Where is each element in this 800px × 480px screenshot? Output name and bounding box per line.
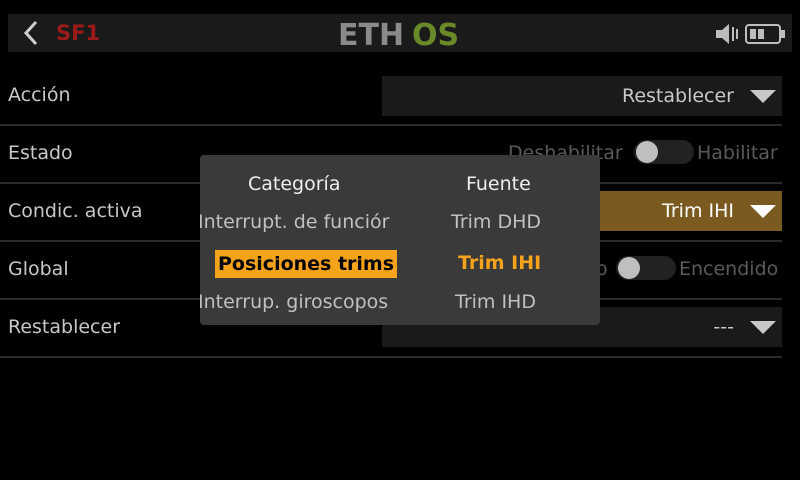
row-accion: Acción Restablecer bbox=[0, 67, 782, 126]
logo-os: OS bbox=[412, 18, 459, 52]
global-label: Global bbox=[8, 258, 69, 280]
restablecer-value: --- bbox=[713, 316, 734, 338]
source-item-selected[interactable]: Trim IHI bbox=[458, 252, 541, 274]
accion-dropdown[interactable]: Restablecer bbox=[382, 76, 782, 116]
source-item[interactable]: Trim DHD bbox=[451, 211, 541, 233]
estado-on-label: Habilitar bbox=[697, 142, 778, 164]
restablecer-label: Restablecer bbox=[8, 316, 121, 338]
model-name: SF1 bbox=[56, 21, 101, 45]
source-item[interactable]: Trim IHD bbox=[455, 291, 536, 313]
toggle-knob bbox=[636, 141, 658, 163]
category-item-selected[interactable]: Posiciones trims bbox=[215, 250, 398, 278]
battery-icon bbox=[745, 24, 785, 44]
toggle-knob bbox=[618, 257, 640, 279]
chevron-down-icon bbox=[750, 321, 776, 334]
global-toggle[interactable] bbox=[616, 256, 676, 280]
accion-value: Restablecer bbox=[621, 85, 734, 107]
back-icon[interactable] bbox=[16, 18, 46, 48]
condic-label: Condic. activa bbox=[8, 200, 143, 222]
condic-value: Trim IHI bbox=[662, 200, 734, 222]
chevron-down-icon bbox=[750, 205, 776, 218]
estado-toggle[interactable] bbox=[634, 140, 694, 164]
chevron-down-icon bbox=[750, 90, 776, 103]
speaker-icon[interactable] bbox=[714, 22, 740, 46]
ethos-logo: ETH OS bbox=[338, 18, 459, 52]
accion-label: Acción bbox=[8, 84, 71, 106]
estado-label: Estado bbox=[8, 142, 73, 164]
category-header: Categoría bbox=[248, 173, 341, 195]
global-on-label: Encendido bbox=[679, 258, 779, 280]
top-bar: SF1 ETH OS bbox=[8, 14, 792, 52]
category-item[interactable]: Interrup. giroscopos bbox=[200, 291, 388, 313]
logo-eth: ETH bbox=[338, 18, 404, 52]
source-header: Fuente bbox=[466, 173, 531, 195]
source-picker-popup: Categoría Fuente Interrupt. de funciór P… bbox=[200, 155, 600, 325]
category-item[interactable]: Interrupt. de funciór bbox=[200, 211, 389, 233]
